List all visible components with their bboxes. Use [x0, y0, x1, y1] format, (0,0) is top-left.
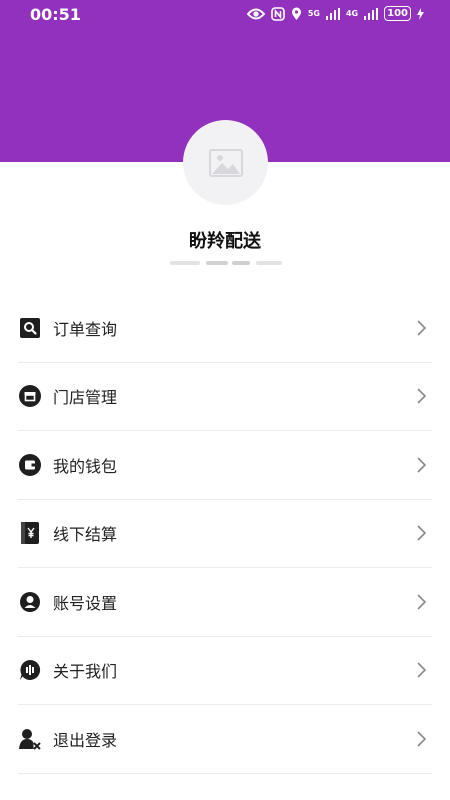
chevron-right-icon	[417, 320, 426, 336]
signal-icon-2	[364, 7, 379, 20]
menu-list: 订单查询 门店管理 我的钱包 线下结算 账号设置 关于我们 退出登录	[18, 294, 432, 774]
menu-item-about-us[interactable]: 关于我们	[18, 637, 432, 705]
menu-item-label: 关于我们	[53, 662, 118, 682]
signal-icon	[325, 7, 340, 20]
menu-item-label: 线下结算	[53, 525, 118, 545]
menu-item-store-management[interactable]: 门店管理	[18, 363, 432, 431]
network-4g-label: 4G	[345, 8, 359, 18]
status-icons: 5G 4G 100	[246, 6, 424, 21]
chevron-right-icon	[417, 731, 426, 747]
avatar[interactable]	[183, 120, 268, 205]
nfc-icon	[271, 6, 285, 21]
chevron-right-icon	[417, 662, 426, 678]
status-bar: 00:51 5G 4G 100	[0, 0, 450, 30]
logout-icon	[19, 728, 41, 750]
settlement-icon	[19, 522, 41, 545]
chevron-right-icon	[417, 594, 426, 610]
eye-icon	[246, 8, 265, 19]
image-placeholder-icon	[208, 148, 243, 177]
menu-item-my-wallet[interactable]: 我的钱包	[18, 431, 432, 500]
menu-item-offline-settlement[interactable]: 线下结算	[18, 500, 432, 568]
chevron-right-icon	[417, 525, 426, 541]
menu-item-label: 我的钱包	[53, 456, 118, 476]
location-icon	[291, 7, 301, 20]
charging-icon	[417, 7, 424, 20]
menu-item-logout[interactable]: 退出登录	[18, 705, 432, 774]
battery-indicator: 100	[384, 6, 411, 21]
account-icon	[19, 591, 41, 613]
menu-item-label: 门店管理	[53, 388, 118, 408]
profile-name: 盼羚配送	[189, 231, 261, 252]
menu-item-label: 退出登录	[53, 730, 118, 750]
about-icon	[19, 659, 41, 681]
phone-number-masked	[170, 256, 285, 270]
menu-item-label: 订单查询	[53, 319, 118, 339]
menu-item-account-settings[interactable]: 账号设置	[18, 568, 432, 637]
network-5g-label: 5G	[307, 8, 320, 18]
store-icon	[19, 385, 41, 408]
chevron-right-icon	[417, 388, 426, 404]
menu-item-order-query[interactable]: 订单查询	[18, 294, 432, 363]
menu-item-label: 账号设置	[53, 593, 118, 613]
wallet-icon	[19, 453, 41, 476]
search-order-icon	[19, 317, 41, 339]
chevron-right-icon	[417, 457, 426, 473]
status-time: 00:51	[30, 5, 81, 24]
